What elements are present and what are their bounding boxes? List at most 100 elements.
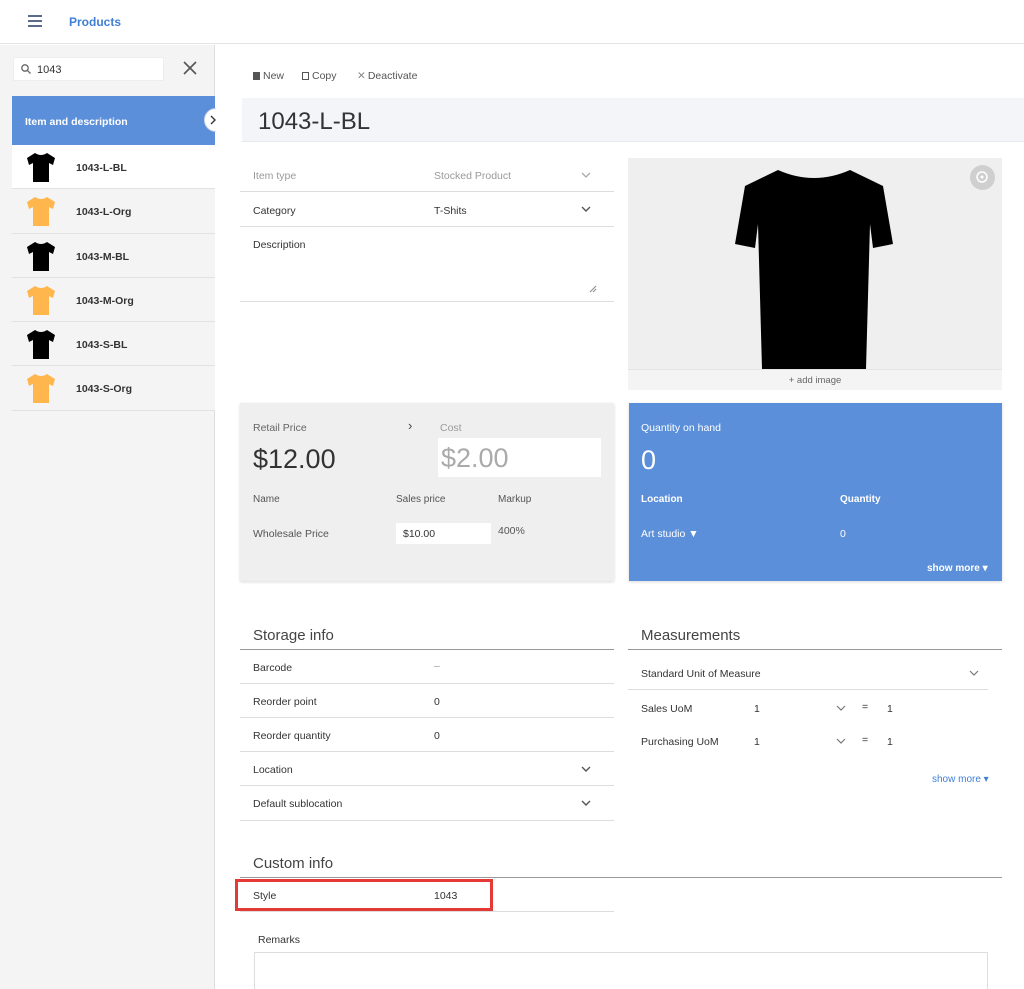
zoom-button[interactable] [970, 165, 995, 190]
list-item[interactable]: 1043-M-Org [12, 277, 215, 323]
new-button[interactable]: New [253, 70, 284, 82]
cost-label: Cost [440, 422, 462, 434]
divider [628, 689, 988, 690]
list-item[interactable]: 1043-M-BL [12, 233, 215, 278]
col-name: Name [253, 494, 280, 505]
purchasing-uom-right[interactable]: 1 [887, 736, 893, 748]
quantity-value: 0 [641, 445, 657, 475]
new-label: New [263, 70, 285, 82]
item-type-value[interactable]: Stocked Product [434, 170, 511, 182]
col-quantity: Quantity [840, 494, 881, 505]
storage-info-title: Storage info [253, 627, 334, 644]
divider [240, 717, 614, 718]
close-icon[interactable] [180, 58, 200, 78]
equals-sign: = [862, 701, 869, 713]
list-item[interactable]: 1043-L-Org [12, 189, 215, 234]
list-item[interactable]: 1043-L-BL [12, 145, 215, 190]
remarks-label: Remarks [258, 934, 301, 946]
zoom-icon [976, 171, 988, 183]
resize-handle-icon[interactable] [589, 285, 597, 293]
chevron-down-icon[interactable] [581, 800, 591, 806]
category-label: Category [253, 205, 296, 217]
list-item-label: 1043-S-Org [76, 383, 133, 396]
chevron-down-icon[interactable] [581, 206, 591, 212]
search-input[interactable] [13, 57, 164, 81]
col-markup: Markup [498, 494, 532, 505]
barcode-label: Barcode [253, 662, 293, 674]
deactivate-button[interactable]: ✕ Deactivate [357, 70, 417, 82]
search-value: 1043 [37, 64, 62, 76]
deactivate-label: Deactivate [367, 70, 418, 82]
description-textarea[interactable] [240, 253, 614, 301]
chevron-down-icon[interactable] [836, 738, 846, 744]
reorder-quantity-value[interactable]: 0 [434, 730, 440, 742]
search-icon [21, 64, 31, 74]
retail-price-label: Retail Price [253, 422, 307, 434]
reorder-point-value[interactable]: 0 [434, 696, 440, 708]
uom-label: Standard Unit of Measure [641, 668, 761, 680]
tshirt-thumbnail-icon [27, 330, 55, 360]
location-dropdown[interactable]: Art studio ▼ [641, 528, 699, 540]
divider [240, 751, 614, 752]
sales-uom-value[interactable]: 1 [754, 703, 760, 715]
tshirt-thumbnail-icon [27, 374, 55, 404]
hamburger-menu-icon[interactable] [28, 15, 42, 27]
list-item-label: 1043-M-Org [76, 294, 134, 307]
divider [628, 649, 1002, 650]
x-icon: ✕ [357, 70, 366, 82]
divider [240, 785, 614, 786]
tshirt-thumbnail-icon [27, 241, 55, 271]
copy-label: Copy [312, 70, 337, 82]
divider [240, 683, 614, 684]
reorder-point-label: Reorder point [253, 696, 317, 708]
chevron-down-icon[interactable] [836, 705, 846, 711]
tshirt-image [735, 170, 893, 369]
tshirt-thumbnail-icon [27, 197, 55, 227]
wholesale-price-label: Wholesale Price [253, 528, 329, 540]
divider [240, 911, 614, 912]
chevron-down-icon[interactable] [581, 766, 591, 772]
item-type-label: Item type [253, 170, 297, 182]
barcode-value[interactable]: – [434, 660, 440, 672]
app-title: Products [69, 15, 122, 29]
quantity-title: Quantity on hand [641, 422, 721, 434]
category-value[interactable]: T-Shits [434, 205, 467, 217]
equals-sign: = [862, 734, 869, 746]
measurements-title: Measurements [641, 627, 741, 644]
sales-uom-right[interactable]: 1 [887, 703, 893, 715]
list-item[interactable]: 1043-S-Org [12, 366, 215, 411]
list-item-label: 1043-L-Org [76, 206, 132, 219]
top-bar [0, 0, 1024, 44]
divider [240, 820, 614, 821]
add-image-button[interactable]: + add image [628, 369, 1002, 390]
item-list: 1043-L-BL 1043-L-Org 1043-M-BL 1043-M-Org 10… [12, 145, 215, 411]
measurements-show-more-link[interactable]: show more ▾ [932, 774, 989, 785]
list-item-label: 1043-S-BL [76, 339, 128, 352]
divider [240, 649, 614, 650]
location-quantity: 0 [840, 528, 846, 540]
list-item-label: 1043-M-BL [76, 250, 130, 263]
document-icon [253, 72, 260, 80]
divider [240, 877, 1002, 878]
divider [240, 226, 614, 227]
quantity-show-more-link[interactable]: show more ▾ [927, 563, 988, 574]
description-label: Description [253, 239, 306, 251]
purchasing-uom-value[interactable]: 1 [754, 736, 760, 748]
default-sublocation-label: Default sublocation [253, 798, 343, 810]
divider [240, 191, 614, 192]
chevron-right-icon[interactable]: › [408, 418, 412, 433]
chevron-down-icon[interactable] [581, 172, 591, 178]
cost-value: $2.00 [441, 443, 509, 473]
list-item[interactable]: 1043-S-BL [12, 322, 215, 367]
location-label: Location [253, 764, 293, 776]
chevron-down-icon[interactable] [969, 670, 979, 676]
copy-button[interactable]: Copy [302, 70, 337, 82]
divider [240, 301, 614, 302]
remarks-textarea[interactable] [254, 952, 988, 989]
product-title[interactable]: 1043-L-BL [258, 108, 370, 136]
retail-price-value[interactable]: $12.00 [253, 444, 336, 475]
list-header-label: Item and description [25, 116, 128, 128]
custom-info-title: Custom info [253, 855, 334, 872]
tshirt-thumbnail-icon [27, 153, 55, 182]
highlight-box [235, 879, 493, 911]
